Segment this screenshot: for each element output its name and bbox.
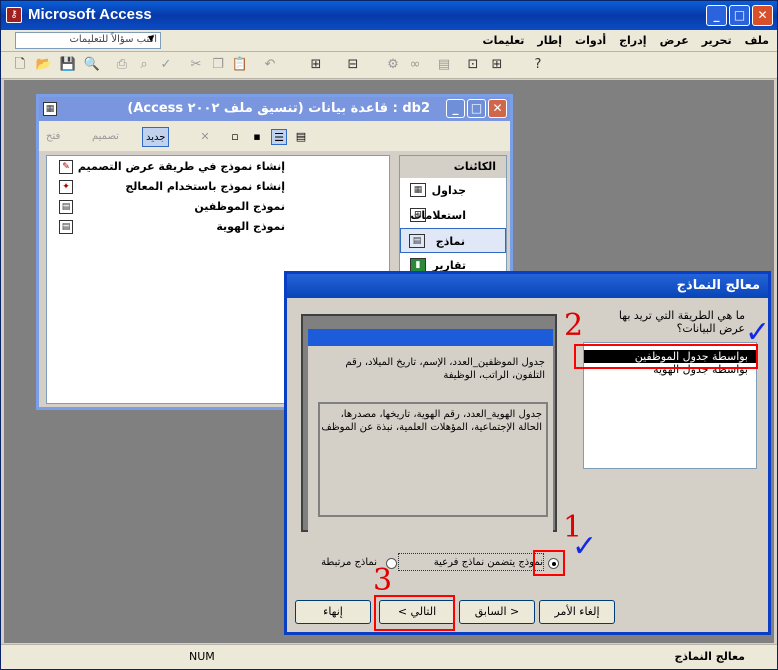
list-item[interactable]: نموذج الموظفين — [194, 200, 285, 218]
status-bar: NUM معالج النماذج — [1, 644, 777, 669]
list-item[interactable]: إنشاء نموذج في طريقة عرض التصميم — [78, 160, 285, 178]
print-icon[interactable]: ⎙ — [113, 56, 131, 74]
code-icon[interactable]: ⚙ — [384, 56, 402, 74]
menu-insert[interactable]: إدراج — [619, 34, 646, 47]
spelling-icon[interactable]: ✓ — [157, 56, 175, 74]
form-icon: ▤ — [409, 234, 425, 248]
access-key-icon: ⚷ — [6, 7, 22, 23]
db-minimize-button[interactable]: _ — [446, 99, 465, 118]
table-icon: ▦ — [410, 183, 426, 197]
access-app-window: ⚷ Microsoft Access _ □ ✕ اكتب سؤالاً للت… — [0, 0, 778, 670]
cancel-button[interactable]: إلغاء الأمر — [539, 600, 615, 624]
standard-toolbar: 🗋 📂 💾 🔍 ⎙ ⌕ ✓ ✂ ❐ 📋 ↶ ⊞ ⊟ ⚙ ∞ ▤ ⊡ ⊞ ? — [1, 52, 777, 79]
design-button[interactable]: تصميم — [89, 127, 122, 147]
script-icon[interactable]: ∞ — [406, 56, 424, 74]
annotation-box-1 — [533, 550, 565, 576]
preview-main-form: جدول الموظفين_العدد، الإسم، تاريخ الميلا… — [308, 346, 553, 537]
annotation-box-3 — [374, 595, 455, 631]
menu-view[interactable]: عرض — [660, 34, 689, 47]
new-file-icon[interactable]: 🗋 — [11, 56, 29, 74]
subform-radio-label[interactable]: نموذج يتضمن نماذج فرعية — [434, 557, 543, 568]
db-close-button[interactable]: ✕ — [488, 99, 507, 118]
annotation-number-3: 3 — [373, 563, 393, 598]
wizard-title[interactable]: معالج النماذج — [287, 274, 768, 298]
details-view-icon[interactable]: ▤ — [293, 129, 309, 145]
large-icons-icon[interactable]: ▫ — [227, 129, 243, 145]
relationships-icon[interactable]: ⊡ — [464, 56, 482, 74]
annotation-number-2: 2 — [564, 308, 584, 343]
open-folder-icon[interactable]: 📂 — [35, 56, 53, 74]
sidebar-item-forms[interactable]: ▤ نماذج — [400, 228, 506, 253]
checkmark-icon: ✓ — [572, 529, 598, 564]
database-title-bar[interactable]: ▦ db2 : قاعدة بيانات (تنسيق ملف ٢٠٠٢ Acc… — [39, 97, 510, 121]
list-item[interactable]: إنشاء نموذج باستخدام المعالج — [125, 180, 285, 198]
form-icon: ▤ — [59, 200, 73, 214]
delete-icon[interactable]: ✕ — [197, 129, 213, 145]
new-button[interactable]: جديد — [142, 127, 170, 147]
paste-icon[interactable]: 📋 — [231, 56, 249, 74]
preview-sub-text: جدول الهوية_العدد، رقم الهوية، تاريخها، … — [321, 409, 542, 433]
num-lock-indicator: NUM — [189, 650, 215, 663]
app-title: Microsoft Access — [28, 6, 152, 23]
sidebar-item-label: نماذج — [435, 235, 465, 248]
small-icons-icon[interactable]: ▪ — [249, 129, 265, 145]
list-view-icon[interactable]: ☰ — [271, 129, 287, 145]
menu-tools[interactable]: أدوات — [575, 34, 606, 47]
new-object-icon[interactable]: ⊞ — [488, 56, 506, 74]
close-button[interactable]: ✕ — [752, 5, 773, 26]
list-item[interactable]: نموذج الهوية — [216, 220, 285, 238]
checkmark-icon: ✓ — [745, 315, 771, 350]
database-title: db2 : قاعدة بيانات (تنسيق ملف ٢٠٠٢ Acces… — [127, 101, 430, 116]
properties-icon[interactable]: ▤ — [435, 56, 453, 74]
menu-edit[interactable]: تحرير — [702, 34, 732, 47]
back-button[interactable]: < السابق — [459, 600, 535, 624]
preview-subform: جدول الهوية_العدد، رقم الهوية، تاريخها، … — [318, 402, 548, 517]
status-text: معالج النماذج — [674, 650, 745, 663]
sidebar-item-tables[interactable]: ▦ جداول — [400, 178, 506, 203]
linked-forms-radio-label[interactable]: نماذج مرتبطة — [321, 557, 377, 568]
menu-window[interactable]: إطار — [537, 34, 562, 47]
wizard-form-icon: ✦ — [59, 180, 73, 194]
minimize-button[interactable]: _ — [706, 5, 727, 26]
menu-bar: اكتب سؤالاً للتعليمات ▼ ملف تحرير عرض إد… — [1, 30, 777, 52]
wizard-question: ما هي الطريقة التي تريد بها عرض البيانات… — [618, 309, 745, 335]
menu-file[interactable]: ملف — [745, 34, 769, 47]
open-button[interactable]: فتح — [43, 127, 63, 147]
preview-pane: جدول الموظفين_العدد، الإسم، تاريخ الميلا… — [301, 314, 557, 537]
objects-header: الكائنات — [400, 156, 506, 178]
save-icon[interactable]: 💾 — [59, 56, 77, 74]
db-maximize-button[interactable]: □ — [467, 99, 486, 118]
cut-icon[interactable]: ✂ — [187, 56, 205, 74]
query-icon: ⊞ — [410, 208, 426, 222]
undo-icon[interactable]: ↶ — [261, 56, 279, 74]
design-form-icon: ✎ — [59, 160, 73, 174]
app-title-bar[interactable]: ⚷ Microsoft Access _ □ ✕ — [1, 1, 777, 30]
finish-button[interactable]: إنهاء — [295, 600, 371, 624]
report-icon: ▮ — [410, 258, 426, 272]
annotation-box-2 — [574, 344, 758, 369]
database-toolbar: فتح تصميم جديد ✕ ▫ ▪ ☰ ▤ — [39, 121, 510, 151]
sidebar-item-queries[interactable]: ⊞ استعلامات — [400, 203, 506, 228]
menu-help[interactable]: تعليمات — [483, 34, 525, 47]
help-search-input[interactable]: اكتب سؤالاً للتعليمات — [15, 32, 161, 49]
sidebar-item-label: جداول — [431, 184, 466, 197]
analyze-icon[interactable]: ⊟ — [344, 56, 362, 74]
preview-title-bar — [308, 329, 553, 346]
search-file-icon[interactable]: 🔍 — [83, 56, 101, 74]
form-icon: ▤ — [59, 220, 73, 234]
copy-icon[interactable]: ❐ — [209, 56, 227, 74]
print-preview-icon[interactable]: ⌕ — [135, 56, 153, 74]
form-wizard-dialog: معالج النماذج ما هي الطريقة التي تريد به… — [284, 271, 771, 635]
preview-main-text: جدول الموظفين_العدد، الإسم، تاريخ الميلا… — [345, 357, 545, 381]
database-icon: ▦ — [43, 102, 57, 116]
help-icon[interactable]: ? — [529, 56, 547, 74]
office-links-icon[interactable]: ⊞ — [307, 56, 325, 74]
maximize-button[interactable]: □ — [729, 5, 750, 26]
chevron-down-icon[interactable]: ▼ — [148, 34, 154, 43]
